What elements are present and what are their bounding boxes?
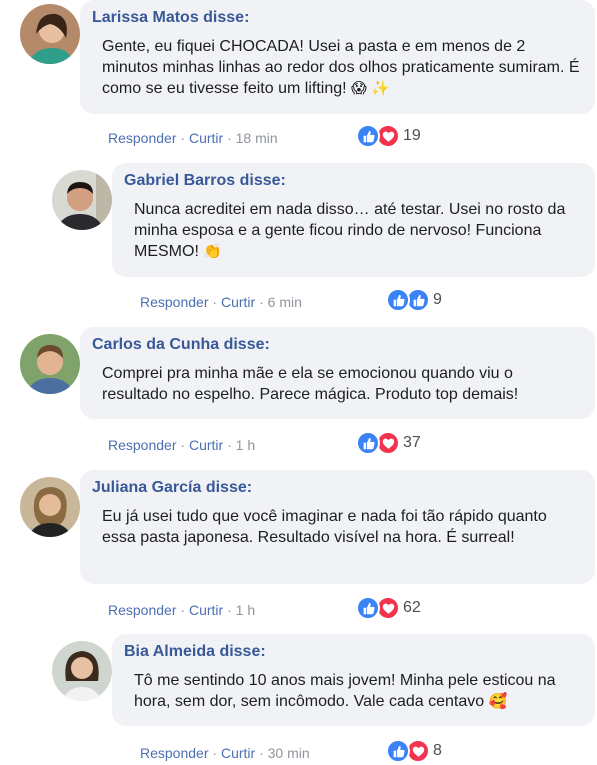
comment-author[interactable]: Juliana García disse: [92, 478, 581, 498]
like-icon [386, 288, 410, 312]
timestamp: 6 min [267, 294, 302, 310]
like-button[interactable]: Curtir [189, 437, 223, 453]
comment-author[interactable]: Carlos da Cunha disse: [92, 335, 581, 355]
comment-author[interactable]: Gabriel Barros disse: [124, 171, 581, 191]
avatar[interactable] [20, 4, 80, 64]
reaction-count: 19 [403, 127, 421, 144]
comment-bubble: Carlos da Cunha disse: Comprei pra minha… [80, 327, 595, 419]
like-button[interactable]: Curtir [189, 130, 223, 146]
comment-emoji: 🥰 [488, 692, 508, 710]
comment-text: Gente, eu fiquei CHOCADA! Usei a pasta e… [102, 38, 580, 97]
reaction-count: 9 [433, 291, 442, 308]
comment-author[interactable]: Bia Almeida disse: [124, 642, 581, 662]
comment-text: Nunca acreditei em nada disso… até testa… [134, 201, 566, 260]
comment-actions: Responder · Curtir · 6 min [140, 294, 302, 310]
reply-button[interactable]: Responder [108, 130, 177, 146]
like-icon [356, 124, 380, 148]
comment-text: Tô me sentindo 10 anos mais jovem! Minha… [134, 672, 556, 710]
reaction-count: 8 [433, 742, 442, 759]
avatar[interactable] [52, 641, 112, 701]
comment-bubble: Gabriel Barros disse: Nunca acreditei em… [112, 163, 595, 277]
like-button[interactable]: Curtir [221, 745, 255, 761]
comment-author[interactable]: Larissa Matos disse: [92, 8, 581, 28]
reaction-count: 62 [403, 599, 421, 616]
timestamp: 18 min [235, 130, 278, 146]
avatar[interactable] [20, 477, 80, 537]
comment-bubble: Larissa Matos disse: Gente, eu fiquei CH… [80, 0, 595, 114]
like-icon [386, 739, 410, 763]
timestamp: 30 min [267, 745, 310, 761]
comment-text: Eu já usei tudo que você imaginar e nada… [102, 508, 547, 546]
reply-button[interactable]: Responder [108, 602, 177, 618]
comment-actions: Responder · Curtir · 1 h [108, 602, 256, 618]
like-button[interactable]: Curtir [221, 294, 255, 310]
comment-emoji: 😱 ✨ [351, 79, 391, 97]
timestamp: 1 h [235, 602, 256, 618]
reaction-count: 37 [403, 434, 421, 451]
avatar[interactable] [20, 334, 80, 394]
avatar[interactable] [52, 170, 112, 230]
comment-actions: Responder · Curtir · 30 min [140, 745, 310, 761]
reactions[interactable]: 9 [386, 288, 442, 312]
reply-button[interactable]: Responder [108, 437, 177, 453]
reactions[interactable]: 37 [356, 431, 421, 455]
reactions[interactable]: 62 [356, 596, 421, 620]
comment-actions: Responder · Curtir · 18 min [108, 130, 278, 146]
reactions[interactable]: 19 [356, 124, 421, 148]
comment-text: Comprei pra minha mãe e ela se emocionou… [102, 365, 519, 403]
reactions[interactable]: 8 [386, 739, 442, 763]
reply-button[interactable]: Responder [140, 294, 209, 310]
comment-bubble: Juliana García disse: Eu já usei tudo qu… [80, 470, 595, 584]
timestamp: 1 h [235, 437, 256, 453]
like-icon [356, 596, 380, 620]
comment-actions: Responder · Curtir · 1 h [108, 437, 256, 453]
comment-bubble: Bia Almeida disse: Tô me sentindo 10 ano… [112, 634, 595, 726]
like-icon [356, 431, 380, 455]
like-button[interactable]: Curtir [189, 602, 223, 618]
comment-emoji: 👏 [203, 242, 223, 260]
reply-button[interactable]: Responder [140, 745, 209, 761]
